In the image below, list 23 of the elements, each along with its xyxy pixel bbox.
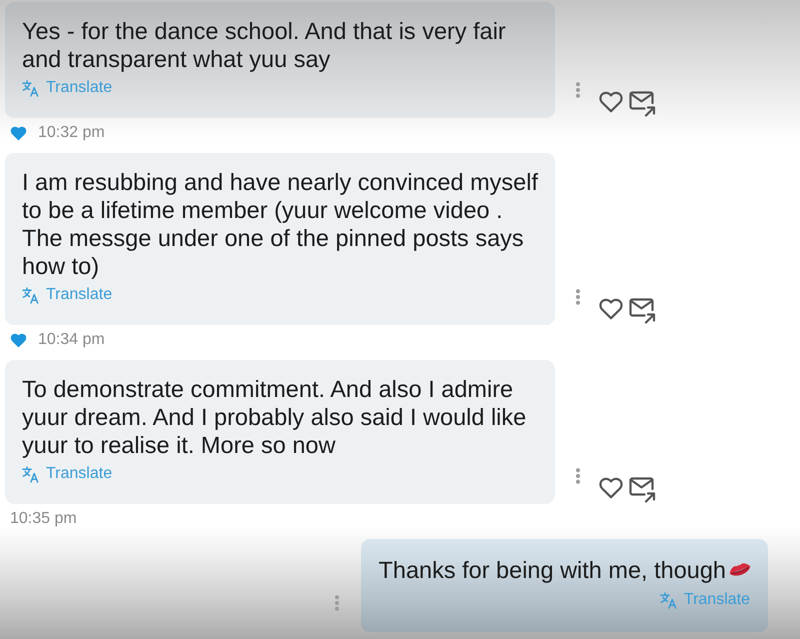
more-options-icon[interactable]: [575, 289, 581, 305]
translate-icon: [22, 466, 39, 482]
heart-icon[interactable]: [599, 298, 623, 320]
timestamp: 10:35 pm: [10, 510, 77, 528]
translate-link[interactable]: Translate: [22, 464, 112, 484]
timestamp: 10:34 pm: [38, 331, 105, 349]
translate-link[interactable]: Translate: [22, 78, 112, 98]
message-text: Yes - for the dance school. And that is very fair and transparent what yuu say: [22, 17, 507, 73]
translate-icon: [660, 592, 677, 608]
translate-link[interactable]: Translate: [660, 590, 750, 610]
more-options-icon[interactable]: [575, 468, 581, 484]
message-text: To demonstrate commitment. And also I admire yuur dream. And I probably also said I would like yuur to realise it. More so now: [22, 375, 528, 459]
message-text: I am resubbing and have nearly convinced myself to be a lifetime member (yuur welcome video . The messge under one of the pinned posts says how to): [22, 168, 539, 280]
translate-link[interactable]: Translate: [22, 285, 112, 305]
heart-icon[interactable]: [599, 91, 623, 113]
mail-forward-icon[interactable]: [629, 477, 656, 503]
timestamp: 10:32 pm: [38, 124, 105, 142]
mail-forward-icon[interactable]: [629, 91, 656, 117]
translate-icon: [22, 286, 39, 304]
mail-forward-icon[interactable]: [629, 298, 656, 324]
heart-icon[interactable]: [599, 477, 623, 499]
translate-icon: [22, 80, 39, 96]
message-text: Thanks for being with me, though: [378, 556, 726, 584]
